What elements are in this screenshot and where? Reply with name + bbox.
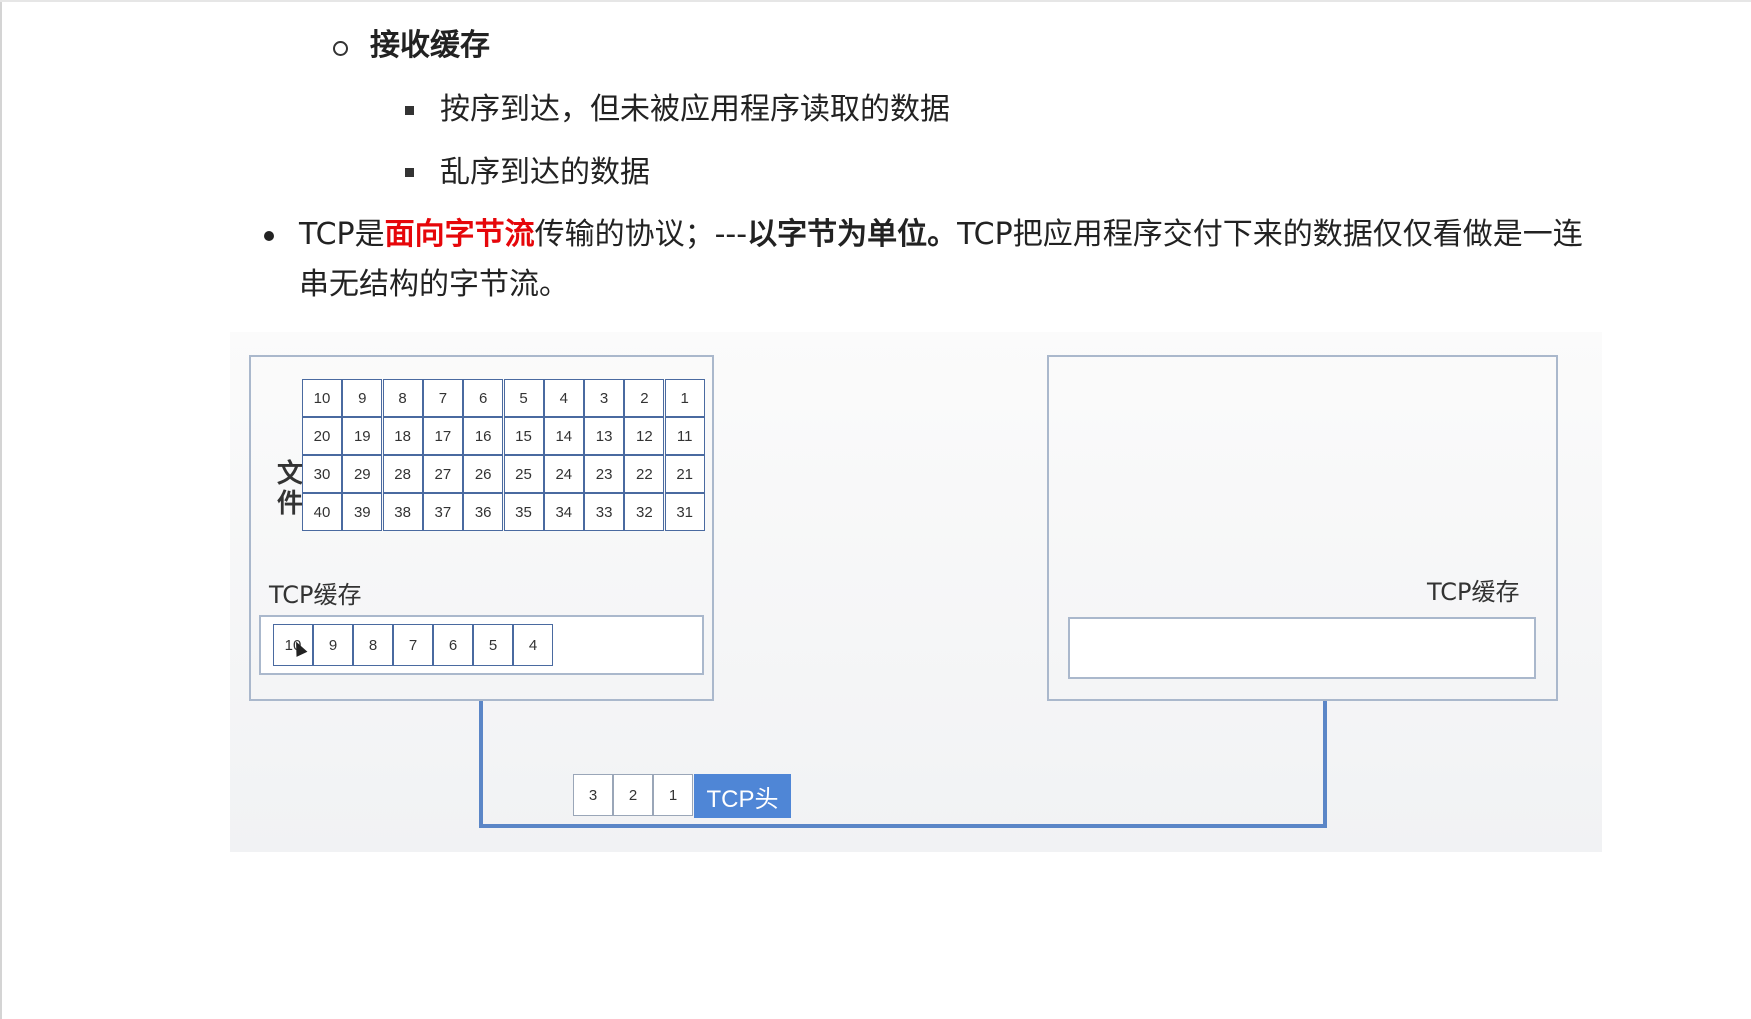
segment-byte-cell: 3 xyxy=(573,774,613,816)
file-grid-cell: 25 xyxy=(503,455,544,493)
wire-bottom xyxy=(479,824,1327,828)
file-grid-cell: 33 xyxy=(584,493,625,531)
sender-buffer-cell: 8 xyxy=(353,624,393,666)
tcp-prefix: TCP是 xyxy=(299,217,385,252)
segment-byte-cell: 1 xyxy=(653,774,693,816)
file-grid-cell: 37 xyxy=(422,493,463,531)
file-grid-cell: 12 xyxy=(624,417,665,455)
file-grid-cell: 6 xyxy=(463,379,504,417)
file-grid-cell: 22 xyxy=(624,455,665,493)
receiver-host-box: TCP缓存 xyxy=(1047,355,1558,701)
file-grid-cell: 23 xyxy=(584,455,625,493)
file-grid-cell: 34 xyxy=(543,493,584,531)
file-grid-cell: 39 xyxy=(342,493,383,531)
disc-bullet xyxy=(264,231,274,241)
receive-buffer-title: 接收缓存 xyxy=(370,28,490,63)
page-left-rule xyxy=(0,0,2,1019)
file-grid-cell: 1 xyxy=(664,379,705,417)
file-grid-cell: 18 xyxy=(382,417,423,455)
receiver-tcp-buffer-label: TCP缓存 xyxy=(1427,578,1520,606)
file-grid-cell: 30 xyxy=(302,455,342,493)
tcp-byte-stream-line-1: TCP是面向字节流传输的协议；---以字节为单位。TCP把应用程序交付下来的数据… xyxy=(299,217,1583,253)
file-grid-cell: 21 xyxy=(664,455,705,493)
file-grid-cell: 2 xyxy=(624,379,665,417)
sender-tcp-buffer: 10 9 8 7 6 5 4 xyxy=(259,615,704,675)
tcp-middle: 传输的协议；--- xyxy=(534,217,748,252)
file-grid-cell: 38 xyxy=(382,493,423,531)
file-grid-cell: 13 xyxy=(584,417,625,455)
wire-right-vertical xyxy=(1323,701,1327,828)
file-grid-cell: 36 xyxy=(463,493,504,531)
tcp-byte-stream-line-2: 串无结构的字节流。 xyxy=(299,267,569,302)
receive-buffer-item-2: 乱序到达的数据 xyxy=(440,155,650,190)
tcp-header: TCP头 xyxy=(694,774,791,818)
wire-left-vertical xyxy=(479,701,483,828)
page-top-rule xyxy=(0,0,1751,2)
sender-tcp-buffer-label: TCP缓存 xyxy=(269,581,362,609)
square-bullet xyxy=(405,106,414,115)
file-grid-cell: 28 xyxy=(382,455,423,493)
square-bullet xyxy=(405,168,414,177)
file-grid-cell: 40 xyxy=(302,493,342,531)
file-grid-cell: 20 xyxy=(302,417,342,455)
file-grid-cell: 14 xyxy=(543,417,584,455)
byte-stream-highlight: 面向字节流 xyxy=(384,217,535,252)
sender-buffer-cell: 4 xyxy=(513,624,553,666)
sender-buffer-cell: 9 xyxy=(313,624,353,666)
file-grid-cell: 27 xyxy=(422,455,463,493)
file-grid-cell: 3 xyxy=(584,379,625,417)
circle-bullet xyxy=(333,41,348,56)
tcp-byte-stream-figure: 文件 10 9 8 7 6 5 4 3 2 1 20 19 18 17 16 15 14 13 12 11 30 29 28… xyxy=(230,332,1602,852)
file-grid-cell: 11 xyxy=(664,417,705,455)
file-grid-cell: 8 xyxy=(382,379,423,417)
file-grid-cell: 7 xyxy=(422,379,463,417)
sender-buffer-cell: 5 xyxy=(473,624,513,666)
segment-byte-cell: 2 xyxy=(613,774,653,816)
receiver-tcp-buffer xyxy=(1068,617,1536,679)
sender-buffer-cell: 7 xyxy=(393,624,433,666)
file-grid-cell: 32 xyxy=(624,493,665,531)
file-grid-cell: 15 xyxy=(503,417,544,455)
file-grid-cell: 17 xyxy=(422,417,463,455)
sender-buffer-cell: 6 xyxy=(433,624,473,666)
file-grid-cell: 4 xyxy=(543,379,584,417)
file-grid-cell: 10 xyxy=(302,379,342,417)
file-grid-cell: 29 xyxy=(342,455,383,493)
file-grid-cell: 5 xyxy=(503,379,544,417)
tcp-rest: TCP把应用程序交付下来的数据仅仅看做是一连 xyxy=(957,217,1583,252)
receive-buffer-item-1: 按序到达，但未被应用程序读取的数据 xyxy=(440,92,950,127)
file-grid-cell: 24 xyxy=(543,455,584,493)
file-grid-cell: 9 xyxy=(342,379,383,417)
file-grid-cell: 26 xyxy=(463,455,504,493)
file-grid-cell: 35 xyxy=(503,493,544,531)
file-grid-cell: 31 xyxy=(664,493,705,531)
file-grid-cell: 19 xyxy=(342,417,383,455)
sender-host-box: 文件 10 9 8 7 6 5 4 3 2 1 20 19 18 17 16 15 14 13 12 11 30 29 28… xyxy=(249,355,714,701)
file-grid-cell: 16 xyxy=(463,417,504,455)
byte-unit-emphasis: 以字节为单位。 xyxy=(747,217,958,252)
